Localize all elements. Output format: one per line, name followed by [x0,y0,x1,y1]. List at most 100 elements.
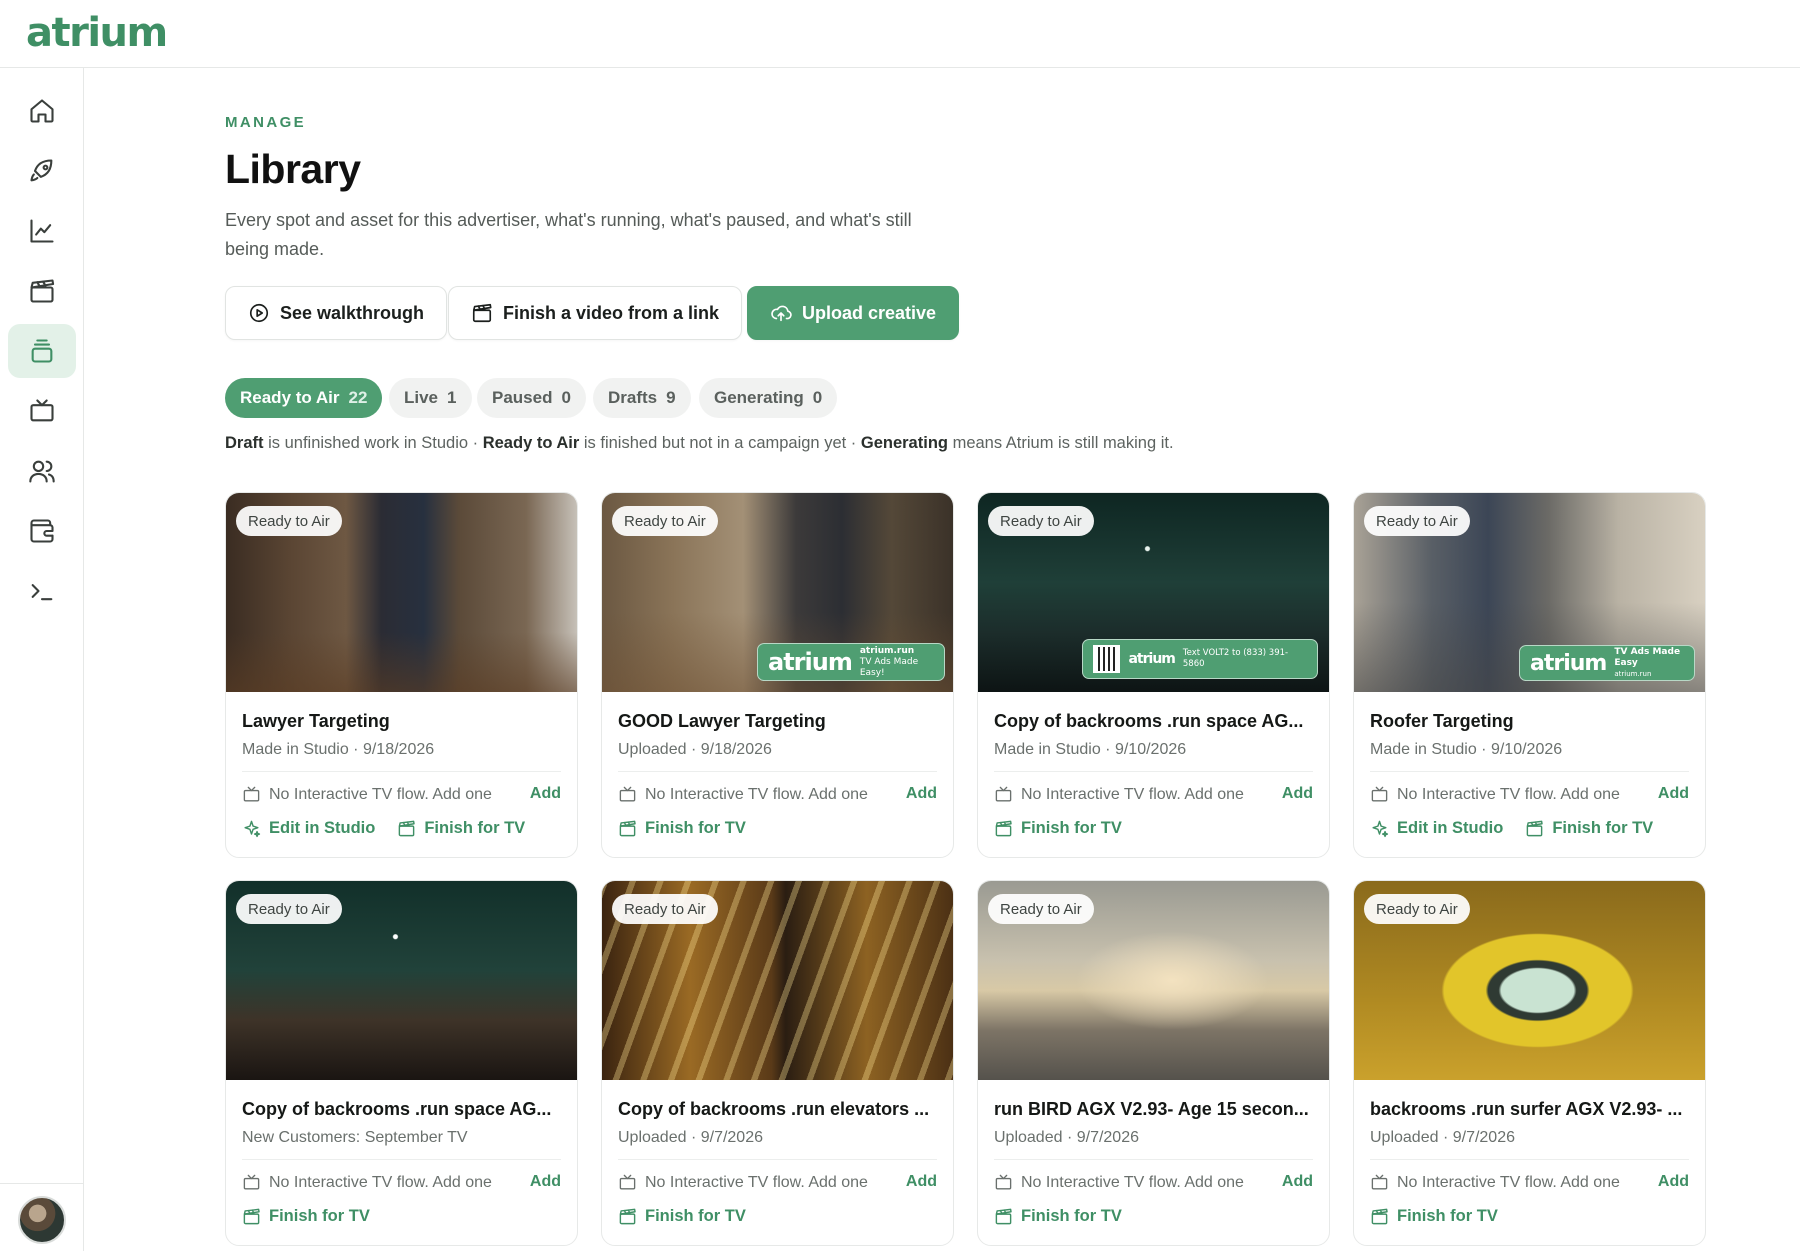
card-title[interactable]: GOOD Lawyer Targeting [618,711,938,732]
sidebar-item-studio[interactable] [8,264,76,318]
filter-drafts[interactable]: Drafts 9 [593,378,691,418]
flow-text: No Interactive TV flow. Add one [1397,1173,1620,1191]
filter-count: 22 [348,388,368,407]
card-title[interactable]: Copy of backrooms .run space AG... [994,711,1314,732]
creative-card[interactable]: Ready to Air atrium Text VOLT2 to (833) … [977,492,1330,858]
card-actions: Finish for TV [994,1207,1122,1226]
card-title[interactable]: backrooms .run surfer AGX V2.93- ... [1370,1099,1690,1120]
finish-for-tv-button[interactable]: Finish for TV [994,1207,1122,1226]
status-badge: Ready to Air [1364,506,1470,536]
atrium-logo[interactable]: atrium [26,10,168,56]
card-title[interactable]: Copy of backrooms .run elevators ... [618,1099,938,1120]
creative-card[interactable]: Ready to Air Lawyer Targeting Made in St… [225,492,578,858]
interactive-flow-status: No Interactive TV flow. Add one [994,1173,1244,1192]
add-flow-link[interactable]: Add [1282,785,1313,803]
creative-card[interactable]: Ready to Air Copy of backrooms .run spac… [225,880,578,1246]
finish-for-tv-button[interactable]: Finish for TV [618,819,746,838]
see-walkthrough-button[interactable]: See walkthrough [225,286,448,340]
clapperboard-icon [1371,1208,1388,1225]
thumbnail-image: Ready to Air [602,881,953,1080]
top-bar: atrium [0,0,1800,68]
finish-for-tv-label: Finish for TV [1021,1207,1122,1225]
interactive-flow-status: No Interactive TV flow. Add one [242,1173,492,1192]
sidebar-item-launch[interactable] [8,144,76,198]
card-title[interactable]: run BIRD AGX V2.93- Age 15 secon... [994,1099,1314,1120]
clapperboard-icon [619,820,636,837]
finish-for-tv-button[interactable]: Finish for TV [1525,819,1653,838]
clapperboard-icon [1526,820,1544,837]
sparkle-icon [1372,820,1389,838]
tv-icon [243,786,260,802]
sidebar-item-library[interactable] [8,324,76,378]
finish-for-tv-label: Finish for TV [645,819,746,837]
legend-ready-term: Ready to Air [482,434,580,452]
filter-paused[interactable]: Paused 0 [477,378,586,418]
card-title[interactable]: Copy of backrooms .run space AG... [242,1099,562,1120]
sidebar-item-tv[interactable] [8,384,76,438]
add-flow-link[interactable]: Add [530,1173,561,1191]
creative-card[interactable]: Ready to Air atrium TV Ads Made Easy atr… [1353,492,1706,858]
tv-icon [30,399,54,422]
add-flow-link[interactable]: Add [1282,1173,1313,1191]
add-flow-link[interactable]: Add [530,785,561,803]
add-flow-link[interactable]: Add [906,785,937,803]
interactive-flow-status: No Interactive TV flow. Add one [1370,1173,1620,1192]
upload-creative-label: Upload creative [802,302,937,323]
add-flow-link[interactable]: Add [906,1173,937,1191]
filter-ready-to-air[interactable]: Ready to Air 22 [225,378,383,418]
card-actions: Finish for TV [618,1207,746,1226]
thumbnail-image: Ready to Air atrium TV Ads Made Easy atr… [1354,493,1705,692]
thumbnail-image: Ready to Air [978,881,1329,1080]
card-actions: Edit in Studio Finish for TV [1370,819,1653,838]
card-subtitle: Made in Studio · 9/18/2026 [242,741,435,758]
flow-text: No Interactive TV flow. Add one [645,785,868,803]
overlay-details: atrium.run TV Ads Made Easy! [860,646,934,679]
finish-for-tv-button[interactable]: Finish for TV [242,1207,370,1226]
card-title[interactable]: Lawyer Targeting [242,711,562,732]
chart-line-icon [30,219,54,243]
filter-live[interactable]: Live 1 [389,378,472,418]
overlay-brand: atrium [768,648,853,676]
creative-card[interactable]: Ready to Air Copy of backrooms .run elev… [601,880,954,1246]
upload-creative-button[interactable]: Upload creative [747,286,960,340]
finish-for-tv-button[interactable]: Finish for TV [994,819,1122,838]
overlay-details: TV Ads Made Easy atrium.run [1614,647,1684,680]
sidebar-item-home[interactable] [8,84,76,138]
flow-text: No Interactive TV flow. Add one [1397,785,1620,803]
creative-card[interactable]: Ready to Air backrooms .run surfer AGX V… [1353,880,1706,1246]
finish-for-tv-button[interactable]: Finish for TV [397,819,525,838]
flow-text: No Interactive TV flow. Add one [1021,1173,1244,1191]
flow-text: No Interactive TV flow. Add one [269,785,492,803]
edit-in-studio-button[interactable]: Edit in Studio [242,819,375,838]
tv-icon [1371,786,1388,802]
edit-in-studio-button[interactable]: Edit in Studio [1370,819,1503,838]
sidebar-item-developer[interactable] [8,564,76,618]
flow-text: No Interactive TV flow. Add one [645,1173,868,1191]
filter-generating[interactable]: Generating 0 [699,378,838,418]
creative-card[interactable]: Ready to Air run BIRD AGX V2.93- Age 15 … [977,880,1330,1246]
finish-for-tv-button[interactable]: Finish for TV [1370,1207,1498,1226]
creative-card[interactable]: Ready to Air atrium atrium.run TV Ads Ma… [601,492,954,858]
interactive-flow-status: No Interactive TV flow. Add one [1370,785,1620,804]
sidebar-item-audiences[interactable] [8,444,76,498]
finish-video-link-button[interactable]: Finish a video from a link [448,286,743,340]
sidebar-item-analytics[interactable] [8,204,76,258]
terminal-icon [31,584,53,601]
sidebar-item-billing[interactable] [8,504,76,558]
tv-icon [995,1174,1012,1190]
card-title[interactable]: Roofer Targeting [1370,711,1690,732]
add-flow-link[interactable]: Add [1658,785,1689,803]
card-subtitle: New Customers: September TV [242,1129,468,1146]
add-flow-link[interactable]: Add [1658,1173,1689,1191]
user-avatar[interactable] [18,1196,66,1244]
finish-for-tv-button[interactable]: Finish for TV [618,1207,746,1226]
status-badge: Ready to Air [988,894,1094,924]
interactive-flow-status: No Interactive TV flow. Add one [618,785,868,804]
flow-text: No Interactive TV flow. Add one [1021,785,1244,803]
wallet-icon [30,519,54,543]
tv-icon [995,786,1012,802]
thumbnail-image: Ready to Air atrium Text VOLT2 to (833) … [978,493,1329,692]
overlay-cta: Text VOLT2 to (833) 391-5860 [1182,648,1289,669]
cloud-upload-icon [771,305,792,322]
overlay-brand: atrium [1128,651,1175,667]
